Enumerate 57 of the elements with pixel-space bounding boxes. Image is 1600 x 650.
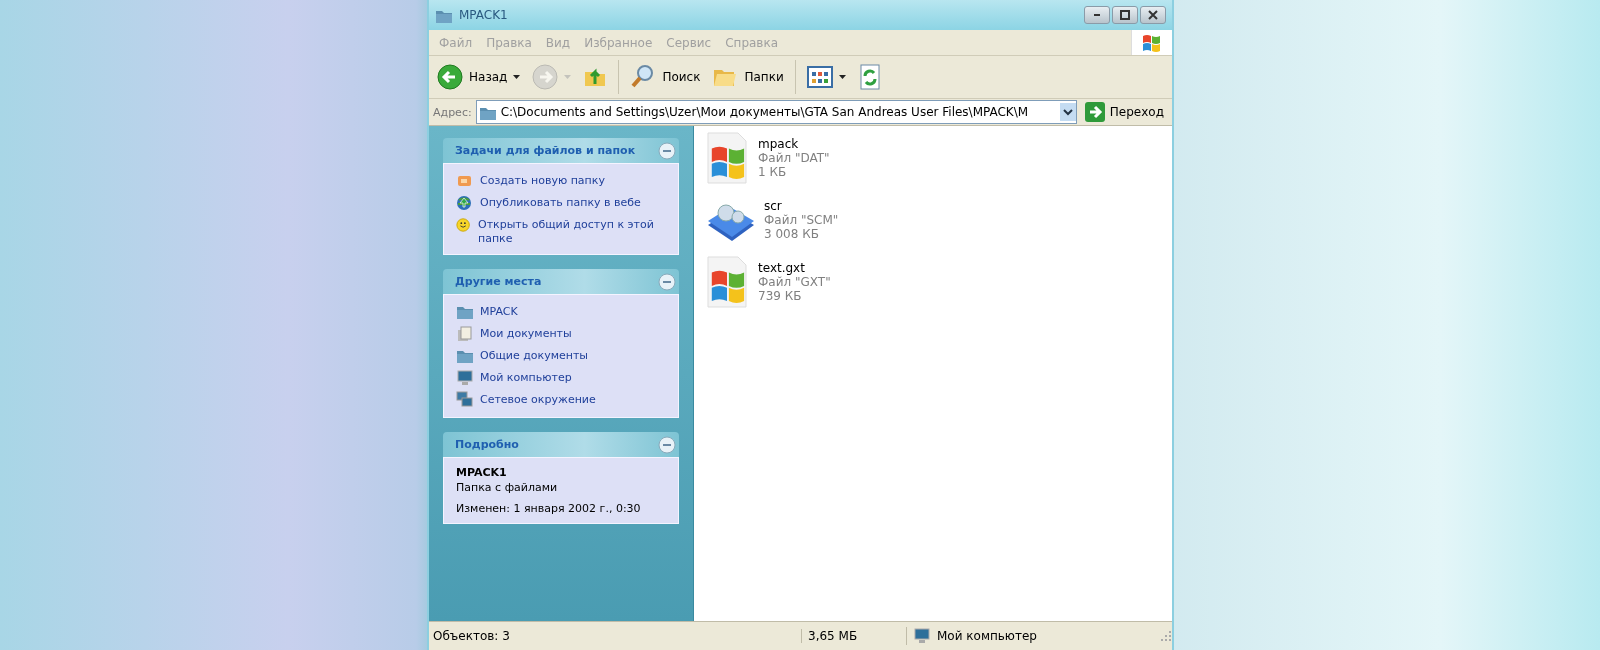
file-type: Файл "GXT" [758, 275, 831, 289]
details-modified: Изменен: 1 января 2002 г., 0:30 [456, 502, 642, 515]
collapse-icon [658, 141, 676, 160]
network-icon [456, 391, 474, 409]
views-icon [806, 64, 833, 90]
file-type: Файл "DAT" [758, 151, 830, 165]
section-header[interactable]: Подробно [443, 432, 679, 457]
folders-button[interactable]: Папки [708, 62, 788, 92]
sidebar-link[interactable]: Опубликовать папку в вебе [480, 194, 641, 210]
dropdown-arrow-icon [513, 75, 521, 79]
close-button[interactable] [1140, 6, 1166, 24]
dropdown-arrow-icon [564, 75, 572, 79]
dropdown-arrow-icon [838, 75, 846, 79]
minimize-icon [1094, 14, 1100, 16]
windows-file-icon [704, 131, 750, 185]
collapse-icon [658, 272, 676, 291]
resize-grip-icon [1160, 630, 1172, 642]
file-type: Файл "SCM" [764, 213, 839, 227]
sidebar-link[interactable]: MPACK [480, 303, 518, 319]
file-size: 739 КБ [758, 289, 803, 303]
arrow-right-icon [1084, 102, 1105, 122]
windows-file-icon [704, 255, 750, 309]
window-title: MPACK1 [459, 8, 509, 22]
details-name: MPACK1 [456, 466, 508, 479]
collapse-icon [658, 435, 676, 454]
section-header[interactable]: Задачи для файлов и папок [443, 138, 679, 163]
globe-icon [456, 194, 474, 212]
details-type: Папка с файлами [456, 481, 559, 494]
section-header[interactable]: Другие места [443, 269, 679, 294]
computer-icon [456, 369, 474, 387]
maximize-button[interactable] [1112, 6, 1138, 24]
sidebar-link[interactable]: Создать новую папку [480, 172, 605, 188]
file-size: 3 008 КБ [764, 227, 820, 241]
file-size: 1 КБ [758, 165, 788, 179]
close-icon [1148, 10, 1158, 20]
back-button[interactable]: Назад [433, 62, 525, 92]
maximize-icon [1120, 10, 1130, 20]
address-field[interactable]: C:\Documents and Settings\Uzer\Мои документы\GTA San Andreas User Files\MPACK\M [475, 100, 1077, 124]
refresh-icon [857, 64, 882, 90]
sidebar-link[interactable]: Мои документы [480, 325, 572, 341]
minimize-button[interactable] [1084, 6, 1110, 24]
zone-label: Мой компьютер [937, 629, 1037, 643]
computer-icon [913, 627, 931, 645]
smiley-icon [456, 216, 472, 234]
sidebar-link[interactable]: Открыть общий доступ к этой папке [478, 216, 668, 246]
documents-icon [456, 325, 474, 343]
total-size: 3,65 МБ [801, 629, 906, 643]
object-count: Объектов: 3 [432, 629, 511, 643]
file-name[interactable]: text.gxt [758, 261, 831, 275]
sidebar-link[interactable]: Мой компьютер [480, 369, 572, 385]
search-button[interactable]: Поиск [626, 62, 705, 92]
sidebar-link[interactable]: Сетевое окружение [480, 391, 596, 407]
file-name[interactable]: mpack [758, 137, 830, 151]
file-name[interactable]: scr [764, 199, 839, 213]
go-button[interactable]: Переход [1080, 102, 1168, 122]
sidebar-link[interactable]: Общие документы [480, 347, 589, 363]
address-label: Адрес: [433, 105, 472, 119]
